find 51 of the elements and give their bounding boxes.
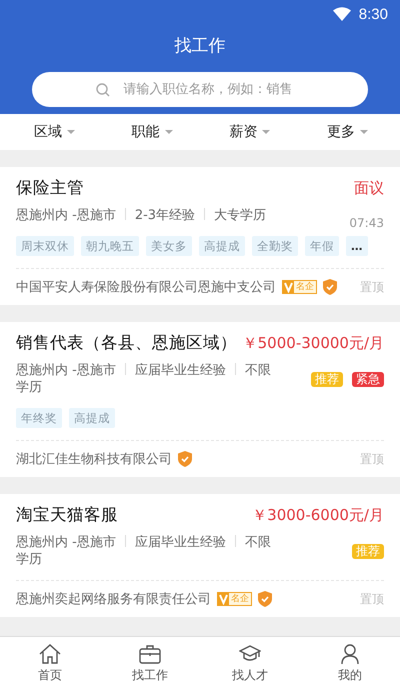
wifi-icon <box>332 7 351 21</box>
benefit-tag: 全勤奖 <box>252 236 298 256</box>
nav-tab[interactable]: 找工作 <box>100 637 200 690</box>
salary: 面议 <box>354 178 384 198</box>
filter-dropdown[interactable]: 更多 <box>322 114 372 150</box>
caret-icon <box>67 130 75 134</box>
caret-icon <box>164 130 173 134</box>
status-time: 8:30 <box>358 6 388 22</box>
nav-tab[interactable]: 我的 <box>300 637 400 690</box>
urgent-badge: 紧急 <box>352 372 384 386</box>
job-info: 恩施州内 -恩施市 应届毕业生经验 不限学历 <box>16 534 272 568</box>
job-card[interactable]: 保险主管 面议 恩施州内 -恩施市 2-3年经验 大专学历 07:43 周末双休 朝九晚五 美女多 高提成 全勤奖 年假 … 中国平安人寿保险股份有限公司恩施中支公司 名企 置顶 <box>0 167 400 305</box>
benefit-tag: 美女多 <box>146 236 192 256</box>
search-field[interactable]: 请输入职位名称，例如：销售 <box>32 72 368 107</box>
person-icon <box>339 644 361 664</box>
caret-icon <box>360 130 368 134</box>
post-time: 07:43 <box>349 216 384 230</box>
job-info: 恩施州内 -恩施市 应届毕业生经验 不限学历 <box>16 362 272 396</box>
benefit-tag: 年假 <box>305 236 339 256</box>
benefit-tag: 周末双休 <box>16 236 74 256</box>
job-title: 淘宝天猫客服 <box>16 504 118 526</box>
home-icon <box>39 644 61 664</box>
company-name: 中国平安人寿保险股份有限公司恩施中支公司 <box>16 279 276 296</box>
recommend-badge: 推荐 <box>352 544 384 558</box>
salary: ￥5000-30000元/月 <box>242 334 384 352</box>
filter-dropdown[interactable]: 职能 <box>128 114 177 150</box>
graduation-cap-icon <box>239 644 261 664</box>
job-card[interactable]: 淘宝天猫客服 ￥3000-6000元/月 恩施州内 -恩施市 应届毕业生经验 不限学历 推荐 恩施州奕起网络服务有限责任公司 名企 置顶 <box>0 494 400 617</box>
famous-company-badge: 名企 <box>217 592 252 606</box>
salary: ￥3000-6000元/月 <box>252 506 384 524</box>
company-name: 恩施州奕起网络服务有限责任公司 <box>16 591 211 608</box>
benefit-tag: 年终奖 <box>16 408 62 428</box>
more-tags-button[interactable]: … <box>346 236 368 256</box>
benefit-tag: 高提成 <box>69 408 115 428</box>
job-title: 保险主管 <box>16 177 84 199</box>
benefit-tag: 高提成 <box>199 236 245 256</box>
benefit-tag: 朝九晚五 <box>81 236 139 256</box>
job-card[interactable]: 销售代表（各县、恩施区域） ￥5000-30000元/月 恩施州内 -恩施市 应届毕业生经验 不限学历 推荐 紧急 年终奖 高提成 湖北汇佳生物科技有限公司 置顶 <box>0 322 400 477</box>
job-title: 销售代表（各县、恩施区域） <box>16 332 237 354</box>
briefcase-icon <box>139 644 161 664</box>
nav-tab[interactable]: 找人才 <box>200 637 300 690</box>
famous-company-badge: 名企 <box>282 280 317 294</box>
company-name: 湖北汇佳生物科技有限公司 <box>16 451 172 468</box>
filter-dropdown[interactable]: 薪资 <box>225 114 274 150</box>
job-info: 恩施州内 -恩施市 2-3年经验 大专学历 <box>16 207 268 224</box>
nav-tab[interactable]: 首页 <box>0 637 100 690</box>
caret-icon <box>262 130 270 134</box>
filter-dropdown[interactable]: 区域 <box>30 114 79 150</box>
search-icon <box>96 83 110 97</box>
page-title: 找工作 <box>174 35 226 58</box>
recommend-badge: 推荐 <box>311 372 343 386</box>
